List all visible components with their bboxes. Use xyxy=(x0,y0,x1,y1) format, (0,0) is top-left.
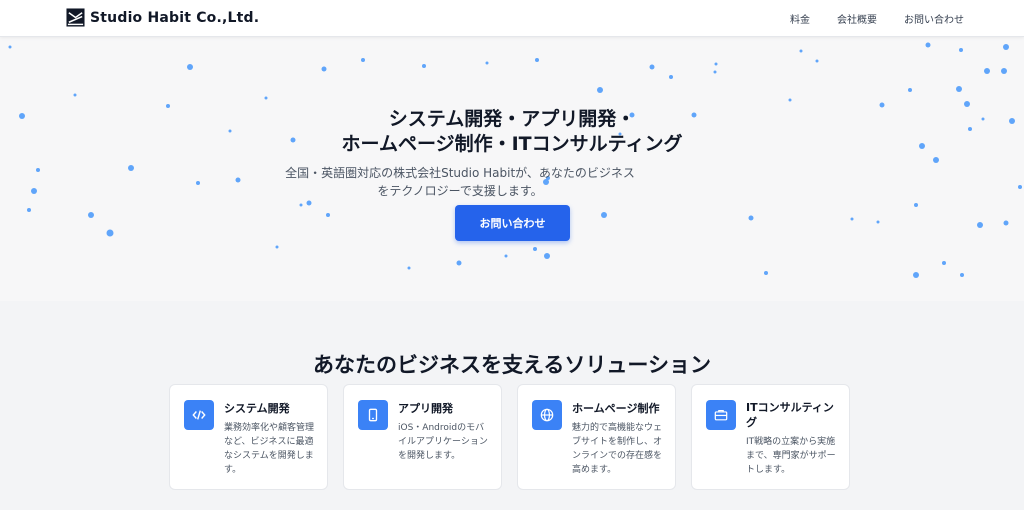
solution-card-title: ホームページ制作 xyxy=(572,402,660,415)
solution-card-consulting[interactable]: ITコンサルティング IT戦略の立案から実施まで、専門家がサポートします。 xyxy=(691,384,850,490)
solution-card-description: 業務効率化や顧客管理など、ビジネスに最適なシステムを開発します。 xyxy=(224,423,315,475)
solution-card-system[interactable]: システム開発 業務効率化や顧客管理など、ビジネスに最適なシステムを開発します。 xyxy=(169,384,328,490)
brand-name: Studio Habit Co.,Ltd. xyxy=(90,9,260,26)
logo-mark-icon xyxy=(66,8,85,27)
solution-card-title: システム開発 xyxy=(224,402,290,415)
hero-title: システム開発・アプリ開発・ ホームページ制作・ITコンサルティング xyxy=(0,107,1024,157)
mobile-icon xyxy=(358,400,388,430)
solution-card-app[interactable]: アプリ開発 iOS・Androidのモバイルアプリケーションを開発します。 xyxy=(343,384,502,490)
solution-card-description: IT戦略の立案から実施まで、専門家がサポートします。 xyxy=(746,437,836,475)
hero-section: システム開発・アプリ開発・ ホームページ制作・ITコンサルティング 全国・英語圏… xyxy=(0,37,1024,301)
solutions-title: あなたのビジネスを支えるソリューション xyxy=(313,353,711,378)
hero-title-line1: システム開発・アプリ開発・ xyxy=(388,107,636,130)
hero-subtitle: 全国・英語圏対応の株式会社Studio Habitが、あなたのビジネスをテクノロ… xyxy=(285,166,635,198)
globe-icon xyxy=(532,400,562,430)
hero-title-line2: ホームページ制作・ITコンサルティング xyxy=(341,132,683,155)
solutions-section: あなたのビジネスを支えるソリューション システム開発 業務効率化や顧客管理など、… xyxy=(0,301,1024,510)
solution-card-description: iOS・Androidのモバイルアプリケーションを開発します。 xyxy=(398,423,488,461)
nav-link-pricing[interactable]: 料金 xyxy=(790,11,810,26)
main-nav: 料金 会社概要 お問い合わせ xyxy=(790,11,964,26)
solution-card-title: アプリ開発 xyxy=(398,402,453,415)
briefcase-icon xyxy=(706,400,736,430)
solution-card-description: 魅力的で高機能なウェブサイトを制作し、オンラインでの存在感を高めます。 xyxy=(572,423,663,475)
contact-cta-button[interactable]: お問い合わせ xyxy=(455,205,570,241)
solution-card-website[interactable]: ホームページ制作 魅力的で高機能なウェブサイトを制作し、オンラインでの存在感を高… xyxy=(517,384,676,490)
code-icon xyxy=(184,400,214,430)
site-header: Studio Habit Co.,Ltd. 料金 会社概要 お問い合わせ xyxy=(0,0,1024,37)
nav-link-contact[interactable]: お問い合わせ xyxy=(904,11,964,26)
nav-link-company[interactable]: 会社概要 xyxy=(837,11,877,26)
solution-cards: システム開発 業務効率化や顧客管理など、ビジネスに最適なシステムを開発します。 … xyxy=(169,384,850,490)
particle-dots xyxy=(8,42,1022,278)
solution-card-title: ITコンサルティング xyxy=(746,401,834,429)
logo[interactable]: Studio Habit Co.,Ltd. xyxy=(66,8,259,27)
